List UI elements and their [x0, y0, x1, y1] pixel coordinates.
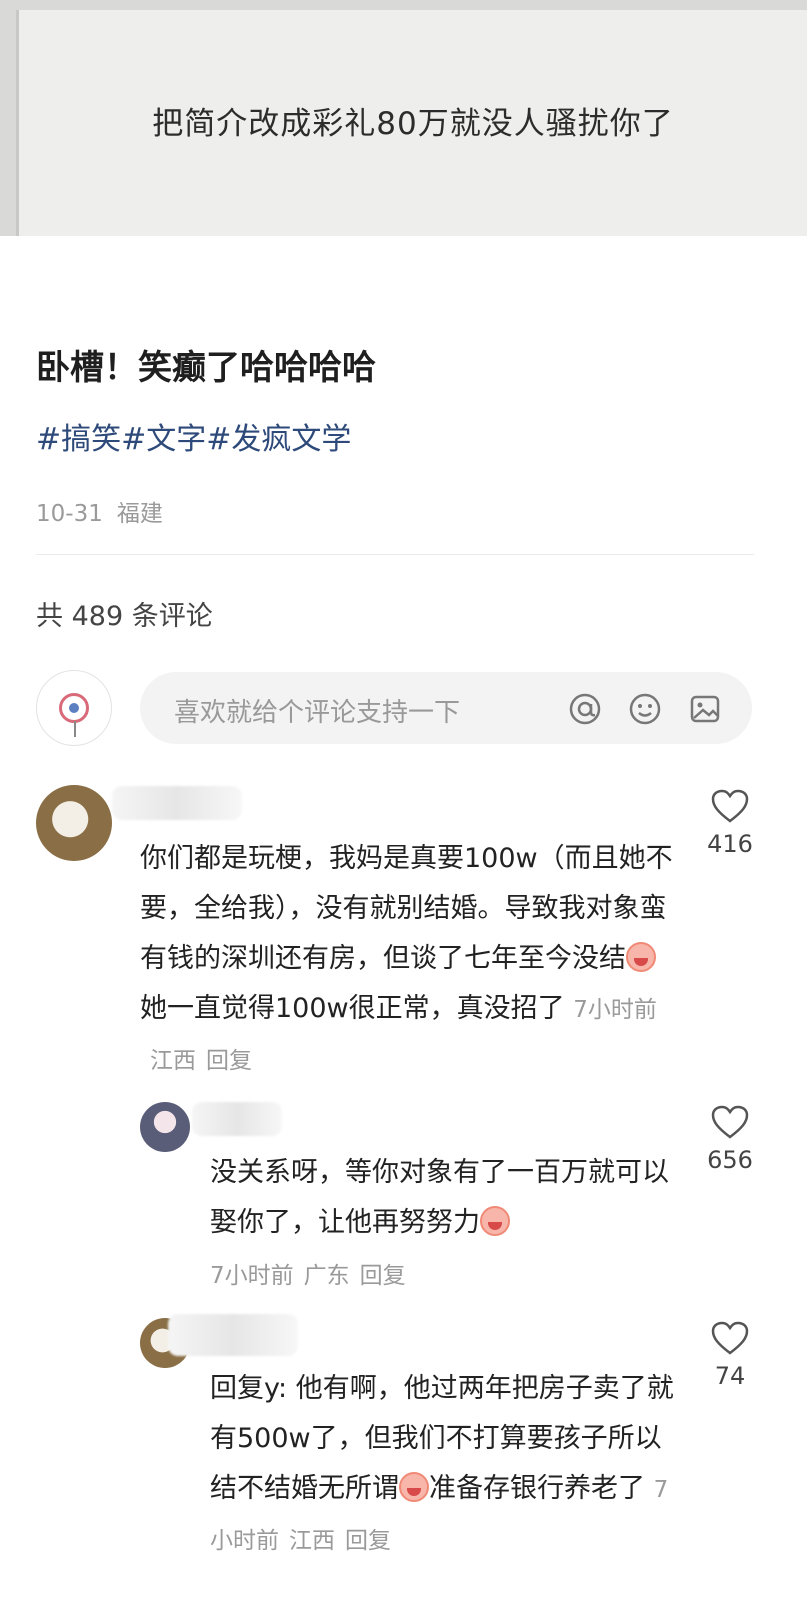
- crying-emoji-icon: [399, 1472, 429, 1502]
- commenter-avatar[interactable]: [36, 785, 112, 861]
- commenter-name-blurred[interactable]: [168, 1314, 298, 1356]
- crying-emoji-icon: [480, 1206, 510, 1236]
- comment-body-cont: 她一直觉得100w很正常，真没招了: [140, 993, 565, 1024]
- post-location: 福建: [116, 501, 163, 527]
- current-user-avatar[interactable]: [36, 670, 112, 746]
- comment-location: 江西: [150, 1048, 196, 1074]
- comment-location: 江西: [289, 1528, 335, 1554]
- post-image[interactable]: 把简介改成彩礼80万就没人骚扰你了: [0, 0, 807, 236]
- comment-body-cont: 准备存银行养老了: [429, 1473, 645, 1504]
- reply-button[interactable]: 回复: [206, 1048, 252, 1074]
- comment-text: 没关系呀，等你对象有了一百万就可以娶你了，让他再努努力: [210, 1148, 680, 1248]
- like-button[interactable]: 656: [700, 1104, 760, 1174]
- commenter-name-blurred[interactable]: [112, 786, 242, 820]
- comment-reply-prefix: 回复: [210, 1373, 264, 1404]
- like-count: 74: [714, 1362, 746, 1390]
- commenter-avatar[interactable]: [140, 1102, 190, 1152]
- comment-meta: 7小时前 广东 回复: [210, 1256, 406, 1290]
- heart-icon: [711, 1105, 749, 1139]
- input-actions: [566, 690, 724, 728]
- like-count: 656: [707, 1146, 753, 1174]
- post-date: 10-31: [36, 501, 103, 527]
- lollipop-stick: [74, 721, 76, 737]
- heart-icon: [711, 789, 749, 823]
- note-paper: 把简介改成彩礼80万就没人骚扰你了: [16, 10, 807, 236]
- comment-location: 广东: [303, 1263, 350, 1289]
- post-image-text: 把简介改成彩礼80万就没人骚扰你了: [152, 106, 674, 142]
- divider: [36, 554, 754, 555]
- lollipop-icon: [59, 693, 89, 723]
- comment-input-placeholder: 喜欢就给个评论支持一下: [174, 698, 461, 728]
- commenter-name-blurred[interactable]: [192, 1102, 282, 1136]
- post-tags[interactable]: #搞笑#文字#发疯文学: [36, 414, 351, 458]
- comment-body: 没关系呀，等你对象有了一百万就可以娶你了，让他再努努力: [210, 1157, 669, 1238]
- comment-body: 你们都是玩梗，我妈是真要100w（而且她不要，全给我），没有就别结婚。导致我对象…: [140, 843, 673, 974]
- crying-emoji-icon: [626, 942, 656, 972]
- comment-text: 回复y: 他有啊，他过两年把房子卖了就有500w了，但我们不打算要孩子所以结不结…: [210, 1364, 680, 1566]
- image-icon[interactable]: [686, 690, 724, 728]
- reply-button[interactable]: 回复: [360, 1263, 406, 1289]
- comment-text: 你们都是玩梗，我妈是真要100w（而且她不要，全给我），没有就别结婚。导致我对象…: [140, 834, 680, 1086]
- reply-button[interactable]: 回复: [345, 1528, 391, 1554]
- heart-icon: [711, 1321, 749, 1355]
- emoji-icon[interactable]: [626, 690, 664, 728]
- like-count: 416: [707, 830, 753, 858]
- at-icon[interactable]: [566, 690, 604, 728]
- comment-count: 共 489 条评论: [36, 601, 213, 632]
- like-button[interactable]: 74: [700, 1320, 760, 1390]
- comment-time: 7小时前: [210, 1263, 294, 1289]
- post-title: 卧槽！笑癫了哈哈哈哈: [36, 348, 376, 388]
- like-button[interactable]: 416: [700, 788, 760, 858]
- post-meta: 10-31 福建: [36, 494, 163, 528]
- comment-input[interactable]: 喜欢就给个评论支持一下: [140, 672, 752, 744]
- comment-time: 7小时前: [573, 997, 657, 1023]
